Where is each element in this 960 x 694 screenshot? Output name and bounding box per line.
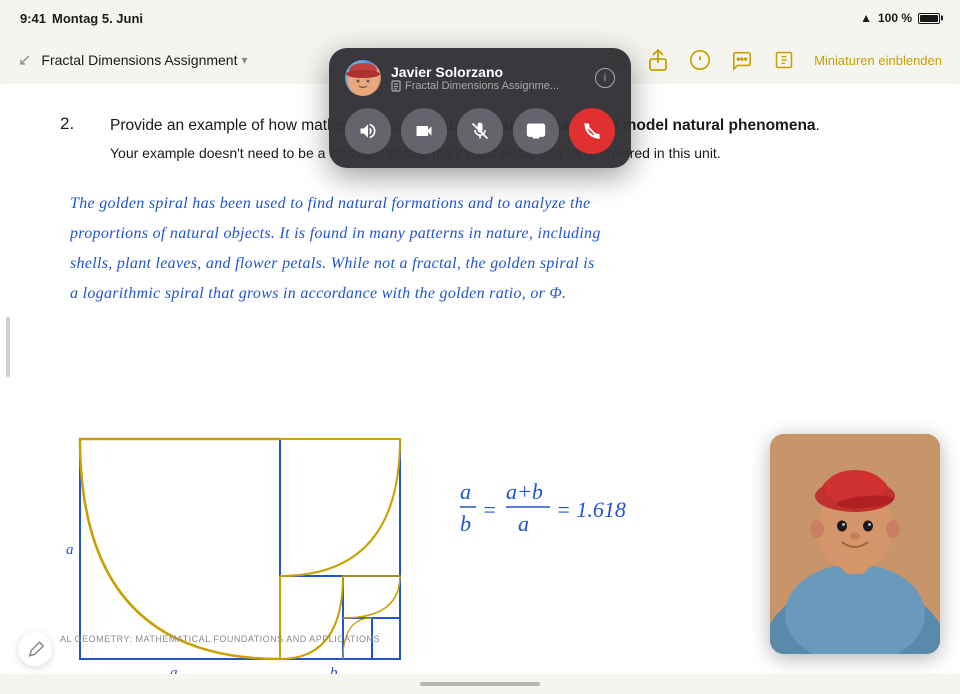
caller-info: Javier Solorzano Fractal Dimensions Assi…	[391, 64, 585, 92]
caller-name: Javier Solorzano	[391, 64, 585, 80]
svg-text:The golden spiral has been use: The golden spiral has been used to find …	[70, 195, 590, 212]
info-button[interactable]: i	[595, 68, 615, 88]
shared-doc: Fractal Dimensions Assignme...	[391, 80, 585, 92]
caller-avatar	[345, 60, 381, 96]
svg-text:proportions of natural objects: proportions of natural objects. It is fo…	[70, 225, 601, 242]
video-button[interactable]	[401, 108, 447, 154]
svg-text:a: a	[66, 542, 74, 558]
svg-text:a: a	[518, 511, 529, 536]
edit-icon[interactable]	[772, 48, 796, 72]
svg-text:b: b	[460, 511, 471, 536]
screen-share-button[interactable]	[513, 108, 559, 154]
svg-text:=: =	[482, 497, 497, 522]
toolbar-right: Miniaturen einblenden	[604, 48, 942, 72]
toolbar-left: ↙ Fractal Dimensions Assignment ▾	[18, 50, 248, 70]
share-icon[interactable]	[646, 48, 670, 72]
collapse-icon[interactable]: ↙	[18, 50, 31, 70]
svg-text:shells, plant leaves, and flow: shells, plant leaves, and flower petals.…	[70, 255, 595, 272]
status-bar-left: 9:41 Montag 5. Juni	[20, 11, 143, 26]
doc-title[interactable]: Fractal Dimensions Assignment ▾	[41, 52, 247, 68]
svg-text:a: a	[460, 479, 471, 504]
svg-text:b: b	[330, 665, 338, 674]
battery-icon	[918, 13, 940, 24]
scroll-indicator	[6, 317, 10, 377]
wifi-icon: ▲	[860, 11, 872, 25]
status-bar-right: ▲ 100 %	[860, 11, 940, 25]
markup-icon[interactable]	[688, 48, 712, 72]
status-bar: 9:41 Montag 5. Juni ▲ 100 %	[0, 0, 960, 36]
comment-icon[interactable]	[730, 48, 754, 72]
facetime-overlay: Javier Solorzano Fractal Dimensions Assi…	[329, 48, 631, 168]
svg-text:a logarithmic spiral that grow: a logarithmic spiral that grows in accor…	[70, 285, 566, 302]
miniatures-button[interactable]: Miniaturen einblenden	[814, 53, 942, 68]
time: 9:41	[20, 11, 46, 26]
speaker-button[interactable]	[345, 108, 391, 154]
end-call-button[interactable]	[569, 108, 615, 154]
handwritten-text: The golden spiral has been used to find …	[60, 180, 900, 399]
svg-text:= 1.618: = 1.618	[556, 497, 626, 522]
camera-preview	[770, 434, 940, 654]
svg-text:a+b: a+b	[506, 479, 543, 504]
page-footer: AL GEOMETRY: MATHEMATICAL FOUNDATIONS AN…	[60, 634, 380, 644]
svg-text:a: a	[170, 665, 178, 674]
facetime-controls	[345, 108, 615, 154]
mute-button[interactable]	[457, 108, 503, 154]
formula-block: a b = a+b a = 1.618	[460, 469, 760, 564]
question-number: 2.	[60, 114, 90, 164]
date: Montag 5. Juni	[52, 11, 143, 26]
battery-percent: 100 %	[878, 11, 912, 25]
facetime-header: Javier Solorzano Fractal Dimensions Assi…	[345, 60, 615, 96]
stylus-button[interactable]	[18, 632, 52, 666]
home-indicator	[420, 682, 540, 686]
camera-feed	[770, 434, 940, 654]
